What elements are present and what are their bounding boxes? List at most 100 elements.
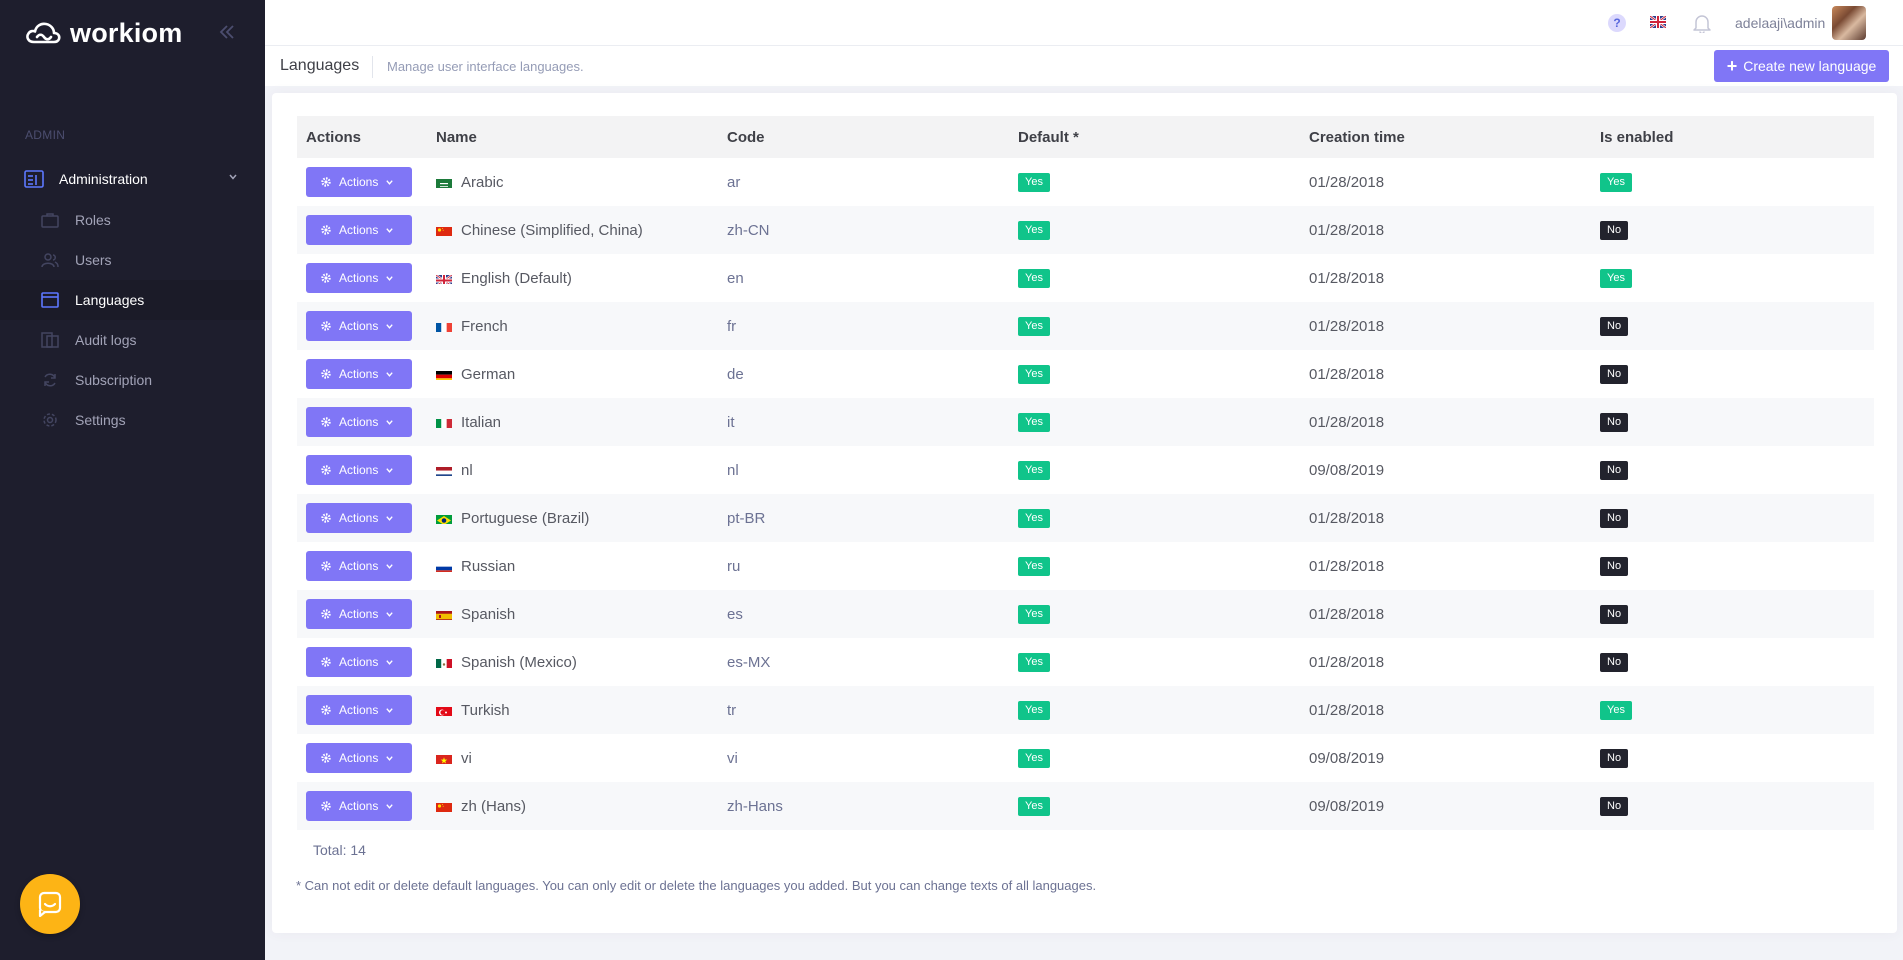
actions-cell: Actions [297, 206, 427, 254]
column-header-name[interactable]: Name [427, 116, 718, 158]
default-badge: Yes [1018, 173, 1050, 192]
brand-logo[interactable]: workiom [24, 16, 182, 50]
username[interactable]: adelaaji\admin [1735, 15, 1825, 31]
actions-cell: Actions [297, 542, 427, 590]
default-badge: Yes [1018, 413, 1050, 432]
row-actions-button[interactable]: Actions [306, 599, 412, 629]
default-badge: Yes [1018, 509, 1050, 528]
creation-time: 01/28/2018 [1309, 413, 1385, 431]
chat-icon [38, 891, 62, 918]
default-cell: Yes [1009, 590, 1300, 638]
chevron-down-icon [386, 323, 394, 329]
name-cell: zh (Hans) [427, 782, 718, 830]
actions-cell: Actions [297, 782, 427, 830]
sidebar-item-audit-logs[interactable]: Audit logs [0, 320, 265, 360]
gear-icon [321, 705, 331, 715]
row-actions-button[interactable]: Actions [306, 359, 412, 389]
language-code: es-MX [727, 653, 771, 671]
enabled-cell: Yes [1591, 254, 1874, 302]
bell-icon[interactable] [1693, 13, 1711, 33]
sidebar-item-settings[interactable]: Settings [0, 400, 265, 440]
sidebar-item-label: Languages [75, 292, 145, 308]
sidebar-collapse-button[interactable] [216, 20, 238, 44]
sidebar-item-administration[interactable]: Administration [0, 158, 265, 200]
creation-time: 01/28/2018 [1309, 317, 1385, 335]
table-row: Actions English (Default) en Yes 01/28/2… [297, 254, 1874, 302]
enabled-cell: No [1591, 782, 1874, 830]
uk-flag-icon[interactable] [1650, 16, 1666, 28]
refresh-icon [40, 370, 60, 390]
row-actions-button[interactable]: Actions [306, 311, 412, 341]
default-cell: Yes [1009, 350, 1300, 398]
column-header-is-enabled[interactable]: Is enabled [1591, 116, 1874, 158]
page-title: Languages [280, 57, 360, 74]
sidebar-item-users[interactable]: Users [0, 240, 265, 280]
creation-time: 01/28/2018 [1309, 365, 1385, 383]
column-header-creation-time[interactable]: Creation time [1300, 116, 1591, 158]
sidebar: workiom ADMIN Administration Roles Users… [0, 0, 265, 960]
row-actions-label: Actions [339, 319, 379, 333]
enabled-badge: Yes [1600, 701, 1632, 720]
gear-icon [321, 321, 331, 331]
enabled-badge: No [1600, 605, 1629, 624]
table-row: Actions Arabic ar Yes 01/28/2018 Yes [297, 158, 1874, 206]
cloud-logo-icon [26, 22, 61, 44]
gear-icon [321, 801, 331, 811]
actions-cell: Actions [297, 254, 427, 302]
chat-launcher-button[interactable] [20, 874, 80, 934]
row-actions-label: Actions [339, 511, 379, 525]
table-row: Actions Italian it Yes 01/28/2018 No [297, 398, 1874, 446]
row-actions-button[interactable]: Actions [306, 647, 412, 677]
row-actions-button[interactable]: Actions [306, 455, 412, 485]
enabled-badge: No [1600, 797, 1629, 816]
chevron-down-icon [386, 707, 394, 713]
enabled-cell: No [1591, 302, 1874, 350]
cn-flag-icon [436, 225, 452, 236]
sa-flag-icon [436, 177, 452, 188]
row-actions-label: Actions [339, 223, 379, 237]
sidebar-item-label: Audit logs [75, 332, 137, 348]
row-actions-button[interactable]: Actions [306, 263, 412, 293]
row-actions-button[interactable]: Actions [306, 503, 412, 533]
default-badge: Yes [1018, 605, 1050, 624]
sidebar-item-label: Settings [75, 412, 126, 428]
audit-logs-icon [40, 330, 60, 350]
row-actions-button[interactable]: Actions [306, 551, 412, 581]
name-cell: nl [427, 446, 718, 494]
row-actions-button[interactable]: Actions [306, 695, 412, 725]
language-code: it [727, 413, 735, 431]
default-cell: Yes [1009, 494, 1300, 542]
sidebar-item-roles[interactable]: Roles [0, 200, 265, 240]
users-icon [40, 250, 60, 270]
row-actions-button[interactable]: Actions [306, 791, 412, 821]
chevron-down-icon [386, 179, 394, 185]
create-language-button[interactable]: + Create new language [1714, 50, 1889, 82]
help-icon[interactable]: ? [1608, 14, 1626, 32]
vn-flag-icon [436, 753, 452, 764]
row-actions-button[interactable]: Actions [306, 407, 412, 437]
default-cell: Yes [1009, 734, 1300, 782]
row-actions-button[interactable]: Actions [306, 743, 412, 773]
sidebar-item-languages[interactable]: Languages [0, 280, 265, 320]
avatar[interactable] [1832, 6, 1866, 40]
name-cell: vi [427, 734, 718, 782]
column-header-code[interactable]: Code [718, 116, 1009, 158]
row-actions-button[interactable]: Actions [306, 215, 412, 245]
sidebar-item-label: Subscription [75, 372, 153, 388]
row-actions-button[interactable]: Actions [306, 167, 412, 197]
sidebar-item-subscription[interactable]: Subscription [0, 360, 265, 400]
language-name: French [461, 317, 508, 335]
language-code: es [727, 605, 743, 623]
name-cell: Chinese (Simplified, China) [427, 206, 718, 254]
enabled-badge: No [1600, 653, 1629, 672]
default-badge: Yes [1018, 317, 1050, 336]
language-code: zh-CN [727, 221, 770, 239]
page-description: Manage user interface languages. [387, 59, 584, 74]
sidebar-item-label: Roles [75, 212, 111, 228]
enabled-badge: No [1600, 461, 1629, 480]
column-header-default[interactable]: Default * [1009, 116, 1300, 158]
language-name: Italian [461, 413, 502, 431]
language-name: German [461, 365, 516, 383]
row-actions-label: Actions [339, 655, 379, 669]
table-header-row: Actions Name Code Default * Creation tim… [297, 116, 1874, 158]
